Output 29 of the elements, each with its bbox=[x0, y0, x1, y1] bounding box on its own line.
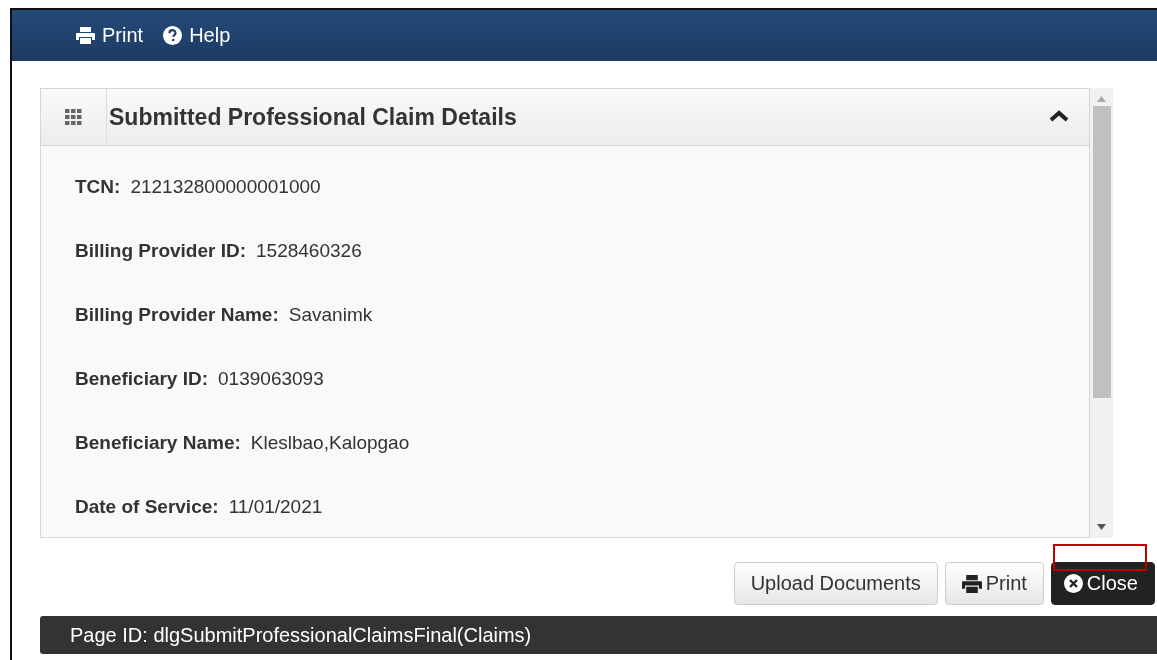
grid-icon bbox=[65, 109, 82, 125]
print-button[interactable]: Print bbox=[944, 562, 1044, 605]
printer-icon bbox=[961, 574, 982, 593]
scrollbar[interactable] bbox=[1090, 88, 1113, 538]
chevron-up-icon bbox=[1049, 109, 1069, 122]
scroll-up-icon bbox=[1097, 96, 1106, 102]
printer-icon bbox=[76, 27, 95, 44]
help-link[interactable]: Help bbox=[163, 24, 231, 47]
scroll-down-icon bbox=[1097, 524, 1106, 530]
panel-title: Submitted Professional Claim Details bbox=[108, 103, 518, 131]
field-label: Beneficiary Name: bbox=[75, 432, 241, 455]
field-value: 212132800000001000 bbox=[130, 176, 321, 199]
field-label: TCN: bbox=[75, 176, 121, 199]
field-value: 1528460326 bbox=[256, 240, 362, 263]
print-link[interactable]: Print bbox=[76, 24, 144, 47]
field-value: 11/01/2021 bbox=[228, 496, 323, 519]
field-value: Savanimk bbox=[288, 304, 373, 327]
page-id-text: Page ID: dlgSubmitProfessionalClaimsFinal(Claims) bbox=[70, 623, 532, 647]
field-value: Kleslbao,Kalopgao bbox=[250, 432, 410, 455]
field-label: Billing Provider ID: bbox=[75, 240, 247, 263]
scrollbar-thumb[interactable] bbox=[1092, 106, 1111, 398]
close-icon bbox=[1063, 574, 1083, 593]
field-value: 0139063093 bbox=[218, 368, 324, 391]
close-button[interactable]: Close bbox=[1050, 562, 1155, 605]
help-icon bbox=[163, 26, 183, 45]
field-label: Beneficiary ID: bbox=[75, 368, 209, 391]
field-label: Billing Provider Name: bbox=[75, 304, 279, 327]
upload-button[interactable]: Upload Documents bbox=[733, 562, 938, 605]
field-label: Date of Service: bbox=[75, 496, 219, 519]
